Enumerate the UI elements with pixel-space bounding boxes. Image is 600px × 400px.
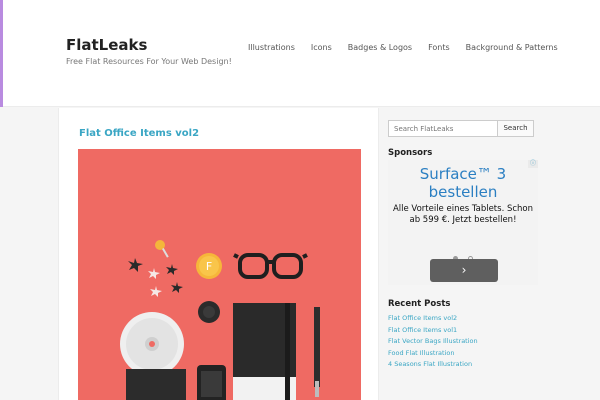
cd-disc-icon bbox=[120, 312, 184, 376]
nav-item-illustrations[interactable]: Illustrations bbox=[248, 43, 295, 52]
ad-headline[interactable]: Surface™ 3 bestellen bbox=[388, 165, 538, 201]
main-nav: Illustrations Icons Badges & Logos Fonts… bbox=[240, 43, 566, 52]
main-content: Flat Office Items vol2 F bbox=[58, 108, 379, 400]
nav-item-badges-logos[interactable]: Badges & Logos bbox=[348, 43, 412, 52]
pushpin-icon bbox=[155, 240, 169, 258]
search-button[interactable]: Search bbox=[497, 120, 534, 137]
stamp-icon bbox=[198, 301, 220, 323]
site-title[interactable]: FlatLeaks bbox=[66, 36, 147, 54]
nav-item-icons[interactable]: Icons bbox=[311, 43, 332, 52]
recent-post-link[interactable]: Flat Office Items vol1 bbox=[388, 325, 478, 337]
chevron-right-icon[interactable]: › bbox=[430, 259, 498, 282]
office-items-illustration: F bbox=[120, 240, 320, 400]
nav-item-background-patterns[interactable]: Background & Patterns bbox=[466, 43, 558, 52]
glasses-icon bbox=[233, 253, 308, 279]
recent-posts-list: Flat Office Items vol2 Flat Office Items… bbox=[388, 313, 478, 371]
coin-icon: F bbox=[196, 253, 222, 279]
recent-post-link[interactable]: Flat Vector Bags Illustration bbox=[388, 336, 478, 348]
recent-posts-heading: Recent Posts bbox=[388, 299, 451, 309]
sponsor-ad[interactable]: ⓘ Surface™ 3 bestellen Alle Vorteile ein… bbox=[388, 160, 538, 285]
site-header: FlatLeaks Free Flat Resources For Your W… bbox=[0, 0, 600, 107]
phone-icon bbox=[197, 365, 226, 400]
recent-post-link[interactable]: Flat Office Items vol2 bbox=[388, 313, 478, 325]
site-tagline: Free Flat Resources For Your Web Design! bbox=[66, 57, 232, 66]
sponsors-heading: Sponsors bbox=[388, 148, 433, 158]
page: FlatLeaks Free Flat Resources For Your W… bbox=[0, 0, 600, 400]
ad-body-text: Alle Vorteile eines Tablets. Schon ab 59… bbox=[392, 204, 534, 225]
cd-case-icon bbox=[126, 369, 186, 400]
svg-text:F: F bbox=[206, 260, 212, 273]
post-featured-image[interactable]: F bbox=[78, 149, 361, 400]
pen-icon bbox=[314, 307, 320, 397]
sidebar: Search Sponsors ⓘ Surface™ 3 bestellen A… bbox=[379, 108, 600, 400]
nav-item-fonts[interactable]: Fonts bbox=[428, 43, 450, 52]
binder-clips-icon bbox=[128, 258, 183, 297]
notebook-icon bbox=[233, 303, 296, 400]
recent-post-link[interactable]: Food Flat Illustration bbox=[388, 348, 478, 360]
post-title[interactable]: Flat Office Items vol2 bbox=[79, 128, 199, 139]
accent-bar bbox=[0, 0, 3, 107]
recent-post-link[interactable]: 4 Seasons Flat Illustration bbox=[388, 359, 478, 371]
search-input[interactable] bbox=[388, 120, 498, 137]
